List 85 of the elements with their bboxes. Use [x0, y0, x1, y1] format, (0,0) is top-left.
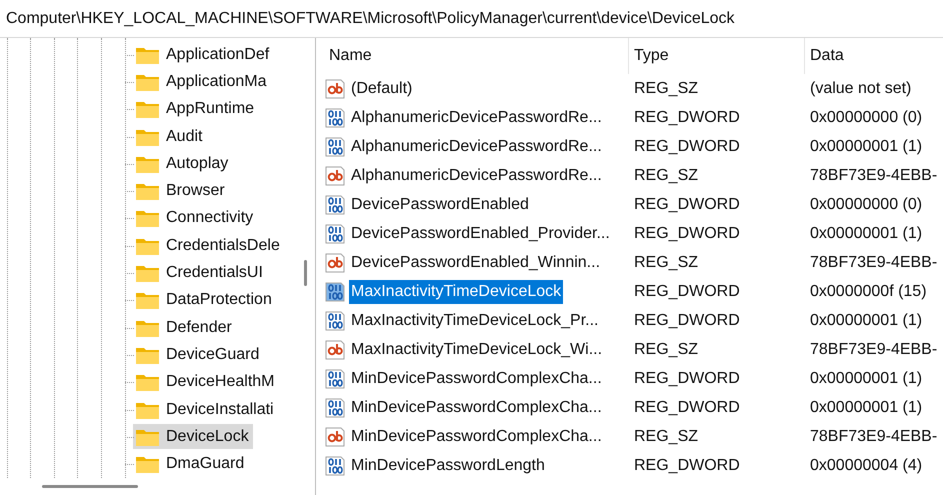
value-name[interactable]: MaxInactivityTimeDeviceLock [349, 280, 564, 304]
table-cell-text: 0x00000001 (1) [809, 368, 922, 388]
value-name[interactable]: MaxInactivityTimeDeviceLock_Pr... [349, 308, 600, 332]
table-cell-text: REG_DWORD [633, 310, 741, 330]
tree-item[interactable]: Autoplay [133, 151, 232, 176]
tree-item[interactable]: ApplicationDef [133, 42, 274, 68]
binary-value-icon [324, 280, 346, 302]
tree-item[interactable]: Connectivity [133, 206, 258, 231]
tree-item[interactable]: DeviceHealthM [133, 370, 278, 395]
string-value-icon [324, 78, 346, 100]
folder-icon [135, 263, 160, 284]
string-value-icon [324, 252, 346, 274]
vertical-scrollbar-thumb[interactable] [304, 260, 307, 286]
table-cell-text: REG_DWORD [633, 224, 741, 244]
table-cell-text: (value not set) [809, 78, 912, 98]
tree-item[interactable]: DmaGuard [133, 452, 248, 477]
value-name[interactable]: (Default) [349, 76, 414, 100]
table-cell-text: REG_SZ [633, 252, 700, 272]
string-value-icon [324, 338, 346, 360]
table-cell-text: REG_SZ [633, 78, 700, 98]
binary-value-icon [324, 222, 346, 244]
binary-value-icon [324, 194, 346, 216]
tree-item[interactable]: DeviceInstallati [133, 397, 278, 422]
value-name[interactable]: MinDevicePasswordComplexCha... [349, 396, 604, 420]
table-cell-text: REG_DWORD [633, 108, 741, 128]
table-cell-text: REG_DWORD [633, 282, 741, 302]
column-header[interactable]: Type [629, 44, 669, 68]
value-name[interactable]: MinDevicePasswordComplexCha... [349, 366, 604, 390]
folder-icon [135, 372, 160, 392]
string-value-icon [324, 164, 346, 186]
column-header[interactable]: Data [805, 44, 844, 68]
tree-item[interactable]: DeviceLock [133, 424, 253, 450]
tree-item[interactable]: Browser [133, 178, 229, 204]
binary-value-icon [324, 368, 346, 390]
value-name[interactable]: DevicePasswordEnabled_Provider... [349, 222, 612, 246]
value-name[interactable]: MinDevicePasswordComplexCha... [349, 424, 604, 448]
folder-icon [135, 208, 160, 228]
folder-icon [135, 99, 160, 120]
value-name[interactable]: AlphanumericDevicePasswordRe... [349, 134, 604, 158]
table-cell-text: 0x00000001 (1) [809, 136, 922, 156]
column-header[interactable]: Name [324, 44, 372, 68]
table-cell-text: 0x00000001 (1) [809, 224, 922, 244]
table-cell-text: REG_DWORD [633, 368, 741, 388]
table-cell-text: 0x00000000 (0) [809, 108, 922, 128]
value-name[interactable]: MinDevicePasswordLength [349, 454, 547, 478]
table-cell-text: 78BF73E9-4EBB- [809, 252, 938, 272]
table-cell-text: REG_SZ [633, 426, 700, 446]
table-cell-text: REG_DWORD [633, 456, 741, 476]
tree-item[interactable]: DataProtection [133, 288, 276, 313]
tree-item[interactable]: ApplicationMa [133, 69, 270, 94]
value-name[interactable]: DevicePasswordEnabled_Winnin... [349, 250, 602, 274]
value-name[interactable]: AlphanumericDevicePasswordRe... [349, 106, 604, 130]
table-cell-text: 0x0000000f (15) [809, 282, 927, 302]
table-cell-text: REG_DWORD [633, 194, 741, 214]
table-cell-text: REG_DWORD [633, 136, 741, 156]
folder-icon [135, 454, 160, 474]
value-name[interactable]: AlphanumericDevicePasswordRe... [349, 164, 604, 188]
binary-value-icon [324, 106, 346, 128]
tree-item[interactable]: Defender [133, 315, 236, 340]
table-cell-text: 78BF73E9-4EBB- [809, 340, 938, 360]
tree-item[interactable]: AppRuntime [133, 96, 258, 122]
tree-item[interactable]: Audit [133, 124, 206, 150]
table-cell-text: 78BF73E9-4EBB- [809, 166, 938, 186]
table-cell-text: 0x00000001 (1) [809, 310, 922, 330]
table-cell-text: 0x00000004 (4) [809, 456, 922, 476]
string-value-icon [324, 426, 346, 448]
tree-item[interactable]: DeviceGuard [133, 342, 264, 368]
binary-value-icon [324, 136, 346, 158]
table-cell-text: 0x00000000 (0) [809, 194, 922, 214]
folder-icon [135, 290, 160, 310]
value-name[interactable]: DevicePasswordEnabled [349, 192, 531, 216]
value-name[interactable]: MaxInactivityTimeDeviceLock_Wi... [349, 338, 604, 362]
table-cell-text: REG_SZ [633, 166, 700, 186]
tree-item[interactable]: CredentialsUI [133, 260, 267, 286]
table-cell-text: 78BF73E9-4EBB- [809, 426, 938, 446]
folder-icon [135, 181, 160, 202]
tree-item[interactable]: CredentialsDele [133, 233, 284, 258]
table-cell-text: REG_DWORD [633, 398, 741, 418]
horizontal-scrollbar-thumb[interactable] [42, 484, 138, 488]
binary-value-icon [324, 454, 346, 476]
binary-value-icon [324, 396, 346, 418]
table-cell-text: REG_SZ [633, 340, 700, 360]
table-cell-text: 0x00000001 (1) [809, 398, 922, 418]
address-bar[interactable]: Computer\HKEY_LOCAL_MACHINE\SOFTWARE\Microsoft\PolicyManager\current\device\DeviceLock [0, 0, 943, 38]
binary-value-icon [324, 310, 346, 332]
